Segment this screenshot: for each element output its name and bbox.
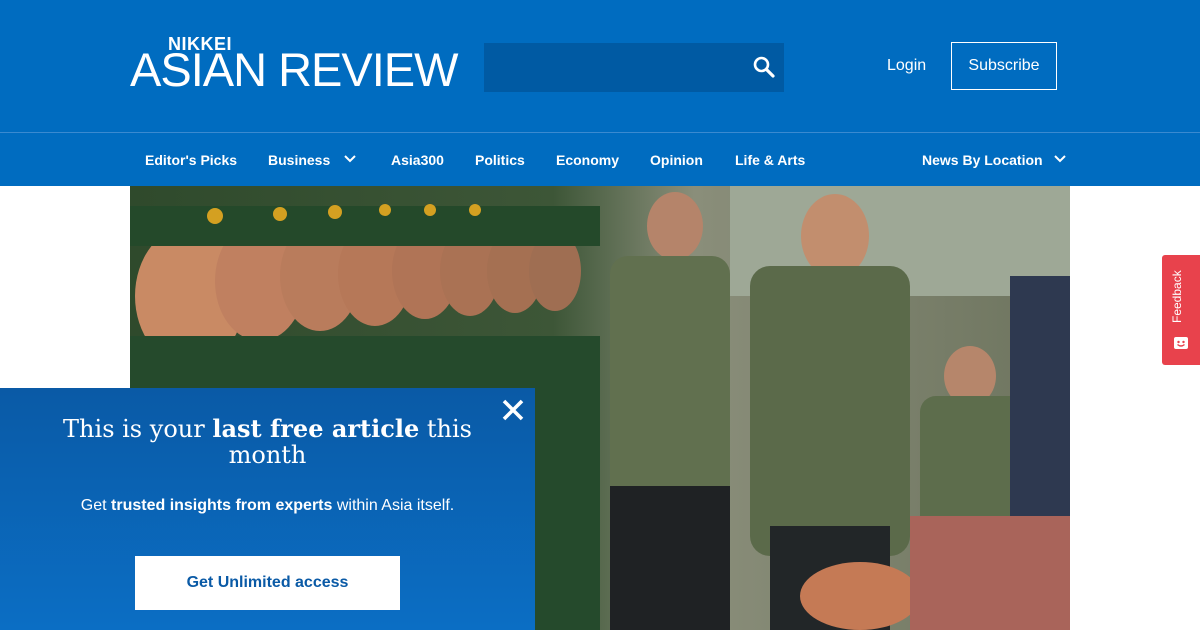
get-unlimited-access-button[interactable]: Get Unlimited access <box>135 556 400 610</box>
paywall-sub-post: within Asia itself. <box>332 497 455 514</box>
site-logo[interactable]: NIKKEI ASIAN REVIEW <box>130 34 459 94</box>
paywall-subtitle: Get trusted insights from experts within… <box>30 496 505 516</box>
nav-item-news-by-location[interactable]: News By Location <box>922 151 1043 169</box>
feedback-icon <box>1174 337 1188 349</box>
chevron-down-icon[interactable] <box>344 155 356 163</box>
paywall-title-pre: This is your <box>63 415 213 443</box>
nav-item-business[interactable]: Business <box>268 151 330 169</box>
search-input[interactable] <box>484 43 744 92</box>
nav-item-opinion[interactable]: Opinion <box>650 151 703 169</box>
paywall-title-bold: last free article <box>212 414 420 443</box>
nav-item-editors-picks[interactable]: Editor's Picks <box>145 151 237 169</box>
paywall-sub-pre: Get <box>80 497 112 514</box>
paywall-sub-bold: trusted insights from experts <box>111 497 333 514</box>
nav-item-politics[interactable]: Politics <box>475 151 525 169</box>
nav-item-economy[interactable]: Economy <box>556 151 619 169</box>
main-nav: Editor's Picks Business Asia300 Politics… <box>0 132 1200 186</box>
feedback-label: Feedback <box>1170 270 1184 323</box>
logo-asian-review: ASIAN REVIEW <box>130 43 459 96</box>
chevron-down-icon[interactable] <box>1054 155 1066 163</box>
feedback-tab[interactable]: Feedback <box>1162 255 1200 365</box>
close-icon[interactable] <box>500 397 526 423</box>
subscribe-button[interactable]: Subscribe <box>951 42 1057 90</box>
search-box[interactable] <box>484 43 784 92</box>
nav-item-life-arts[interactable]: Life & Arts <box>735 151 805 169</box>
site-header: NIKKEI ASIAN REVIEW Login Subscribe <box>0 0 1200 132</box>
paywall-title: This is your last free article this mont… <box>40 414 495 469</box>
nav-item-asia300[interactable]: Asia300 <box>391 151 444 169</box>
search-icon[interactable] <box>752 55 776 79</box>
login-link[interactable]: Login <box>887 56 926 76</box>
